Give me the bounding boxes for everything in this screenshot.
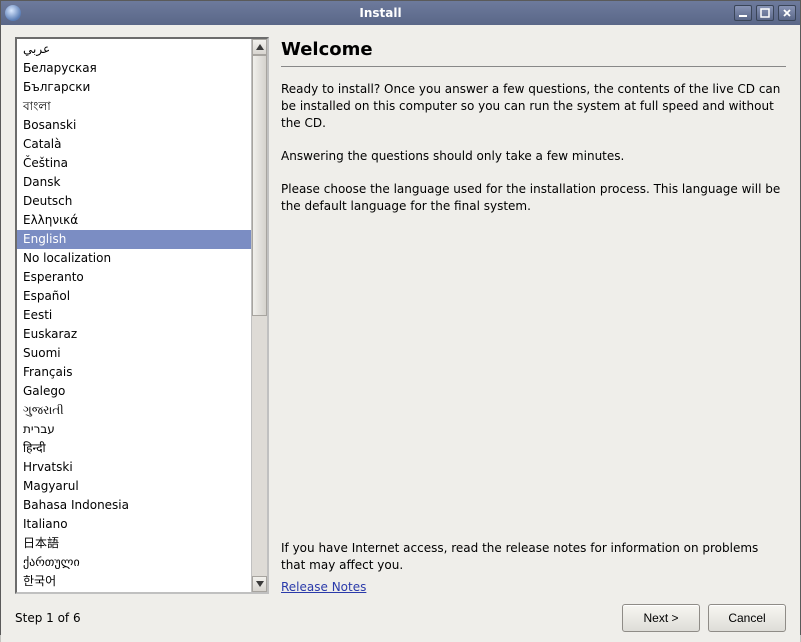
close-icon [782, 8, 792, 18]
language-list[interactable]: عربيБеларускаяБългарскиবাংলাBosanskiCata… [17, 39, 251, 592]
language-option[interactable]: Français [17, 363, 251, 382]
language-option[interactable]: English [17, 230, 251, 249]
footer: Step 1 of 6 Next > Cancel [15, 594, 786, 632]
step-indicator: Step 1 of 6 [15, 611, 81, 625]
app-icon [5, 5, 21, 21]
language-option[interactable]: ગુજરાતી [17, 401, 251, 420]
language-option[interactable]: No localization [17, 249, 251, 268]
language-option[interactable]: Беларуская [17, 59, 251, 78]
language-option[interactable]: Čeština [17, 154, 251, 173]
language-option[interactable]: 한국어 [17, 572, 251, 591]
language-option[interactable]: Kurdî [17, 591, 251, 592]
internet-note: If you have Internet access, read the re… [281, 540, 786, 574]
page-title: Welcome [281, 39, 786, 67]
scroll-thumb[interactable] [252, 55, 267, 316]
chevron-down-icon [256, 581, 264, 587]
intro-paragraph-1: Ready to install? Once you answer a few … [281, 81, 786, 132]
intro-paragraph-2: Answering the questions should only take… [281, 148, 786, 165]
language-option[interactable]: Euskaraz [17, 325, 251, 344]
minimize-icon [738, 8, 748, 18]
language-option[interactable]: عربي [17, 40, 251, 59]
scroll-track[interactable] [252, 55, 267, 576]
scroll-up-button[interactable] [252, 39, 267, 55]
scroll-down-button[interactable] [252, 576, 267, 592]
language-option[interactable]: Deutsch [17, 192, 251, 211]
next-button[interactable]: Next > [622, 604, 700, 632]
maximize-icon [760, 8, 770, 18]
cancel-button[interactable]: Cancel [708, 604, 786, 632]
release-notes-link[interactable]: Release Notes [281, 580, 786, 594]
language-option[interactable]: ქართული [17, 553, 251, 572]
language-option[interactable]: বাংলা [17, 97, 251, 116]
window-title: Install [27, 6, 734, 20]
titlebar-buttons [734, 5, 796, 21]
close-button[interactable] [778, 5, 796, 21]
main-area: عربيБеларускаяБългарскиবাংলাBosanskiCata… [15, 37, 786, 594]
chevron-up-icon [256, 44, 264, 50]
content-pane: Welcome Ready to install? Once you answe… [281, 37, 786, 594]
install-window: Install عربيБеларускаяБългарскиবাংলাBosa… [0, 0, 801, 635]
language-option[interactable]: Italiano [17, 515, 251, 534]
language-listbox[interactable]: عربيБеларускаяБългарскиবাংলাBosanskiCata… [15, 37, 269, 594]
language-option[interactable]: हिन्दी [17, 439, 251, 458]
language-option[interactable]: Ελληνικά [17, 211, 251, 230]
minimize-button[interactable] [734, 5, 752, 21]
titlebar[interactable]: Install [1, 1, 800, 25]
language-option[interactable]: Esperanto [17, 268, 251, 287]
language-option[interactable]: Galego [17, 382, 251, 401]
client-area: عربيБеларускаяБългарскиবাংলাBosanskiCata… [1, 25, 800, 642]
language-option[interactable]: Bosanski [17, 116, 251, 135]
language-option[interactable]: Suomi [17, 344, 251, 363]
language-option[interactable]: Català [17, 135, 251, 154]
language-option[interactable]: Eesti [17, 306, 251, 325]
intro-paragraph-3: Please choose the language used for the … [281, 181, 786, 215]
language-option[interactable]: Bahasa Indonesia [17, 496, 251, 515]
language-option[interactable]: Español [17, 287, 251, 306]
language-option[interactable]: Dansk [17, 173, 251, 192]
language-option[interactable]: Magyarul [17, 477, 251, 496]
language-option[interactable]: עברית [17, 420, 251, 439]
scrollbar[interactable] [251, 39, 267, 592]
language-option[interactable]: Български [17, 78, 251, 97]
maximize-button[interactable] [756, 5, 774, 21]
spacer [281, 231, 786, 540]
language-option[interactable]: 日本語 [17, 534, 251, 553]
language-option[interactable]: Hrvatski [17, 458, 251, 477]
